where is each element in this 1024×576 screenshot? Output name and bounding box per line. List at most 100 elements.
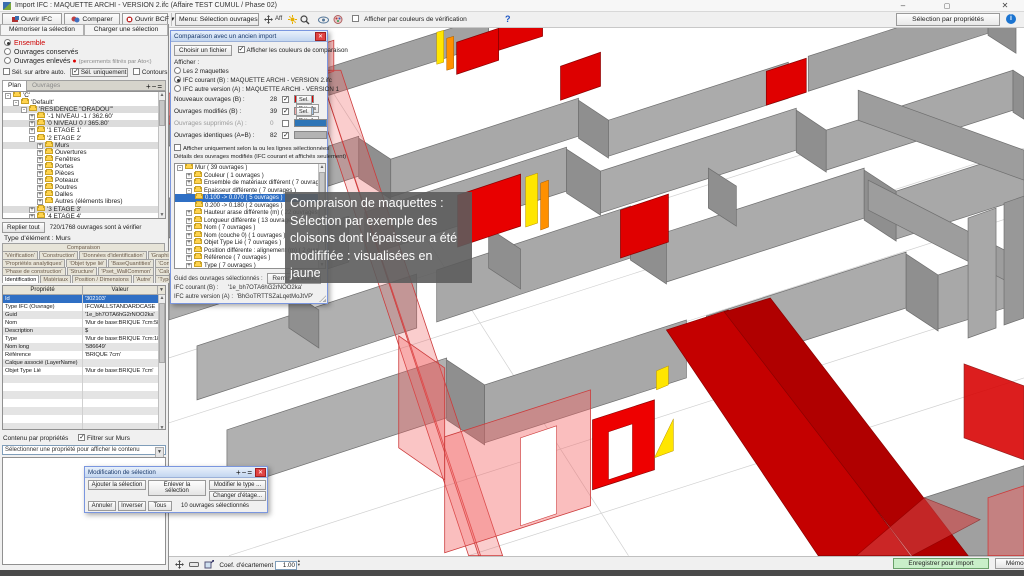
tree-expander-icon[interactable]: + <box>186 255 192 261</box>
tab-plan[interactable]: Plan <box>3 81 27 91</box>
verif-colors-option[interactable]: Afficher par couleurs de vérification <box>352 15 467 23</box>
tree-expander-icon[interactable]: + <box>186 218 192 224</box>
radio-both-models[interactable] <box>174 67 181 74</box>
property-row[interactable]: Calque associé (LayerName) <box>3 359 165 367</box>
coef-spinner[interactable]: ▲▼ <box>297 559 301 567</box>
property-select-combo[interactable]: Sélectionner une propriété pour afficher… <box>2 445 166 455</box>
property-row[interactable] <box>3 399 165 407</box>
property-row[interactable] <box>3 383 165 391</box>
coef-input[interactable]: 1.00 <box>275 561 297 570</box>
property-row[interactable]: Id'302103' <box>3 295 165 303</box>
tree-expander-icon[interactable]: + <box>186 263 192 269</box>
modify-type-button[interactable]: Modifier le type ... <box>209 480 266 490</box>
tree-expander-icon[interactable]: - <box>21 107 27 113</box>
tree-item[interactable]: +Pièces <box>3 170 165 177</box>
property-tab[interactable]: 'Données d'identification' <box>79 251 146 259</box>
property-row[interactable]: Guid'1e_bh7OTA6hG2rNOO2ka' <box>3 311 165 319</box>
sel-uniquement-checkbox[interactable] <box>72 68 79 75</box>
col-propriete[interactable]: Propriété <box>3 286 83 294</box>
radio-ifc-other[interactable] <box>174 85 181 92</box>
radio-ouvrages-conserves[interactable]: Ouvrages conservés <box>4 48 78 56</box>
tree-expander-icon[interactable]: - <box>13 100 19 106</box>
property-tab[interactable]: Comparaison <box>2 243 165 251</box>
property-tab[interactable]: 'Propriétés analytiques' <box>2 259 65 267</box>
compare-dialog-close-icon[interactable] <box>315 32 326 41</box>
tab-ouvrages[interactable]: Ouvrages <box>27 81 65 91</box>
tree-item[interactable]: +'-1 NIVEAU -1 / 362.60' <box>3 113 165 120</box>
tree-item[interactable]: +Dalles <box>3 191 165 198</box>
filter-murs-checkbox[interactable] <box>78 434 85 441</box>
property-row[interactable]: Référence'BRIQUE 7cm' <box>3 351 165 359</box>
tree-expander-icon[interactable]: + <box>29 207 35 213</box>
resize-grip[interactable] <box>319 295 326 302</box>
property-tab[interactable]: 'Pset_WallCommon' <box>98 267 154 275</box>
property-row[interactable]: Nom'Mur de base:BRIQUE 7cm:586649' <box>3 319 165 327</box>
plan-tree-scrollbar[interactable] <box>158 92 165 218</box>
property-table-scrollbar[interactable] <box>158 295 165 430</box>
tree-expander-icon[interactable]: - <box>186 188 192 194</box>
tree-expander-icon[interactable]: + <box>37 171 43 177</box>
radio-ensemble-control[interactable] <box>4 39 11 46</box>
save-for-import-button[interactable]: Enregistrer pour import <box>893 558 989 569</box>
property-tab[interactable]: 'Structure' <box>67 267 98 275</box>
invert-button[interactable]: Inverser <box>118 501 146 511</box>
memorize-button[interactable]: Mémoriser <box>995 558 1024 569</box>
pan-icon[interactable] <box>175 562 184 569</box>
tree-item[interactable]: -'Default' <box>3 99 165 106</box>
radio-enleves-control[interactable] <box>4 57 11 64</box>
minimize-button[interactable] <box>888 0 918 12</box>
tree-expander-icon[interactable]: + <box>37 178 43 184</box>
tree-item[interactable]: +Murs <box>3 142 165 149</box>
tree-item[interactable]: -'2 ETAGE 2' <box>3 135 165 142</box>
flat-view-icon[interactable] <box>189 562 199 569</box>
menu-selection-ouvrages-button[interactable]: Menu: Sélection ouvrages <box>175 13 259 26</box>
tree-item[interactable]: +Poutres <box>3 184 165 191</box>
property-tab[interactable]: 'BaseQuantities' <box>108 259 154 267</box>
load-selection-tab[interactable]: Charger une sélection <box>84 24 168 36</box>
sel-arbre-checkbox[interactable] <box>3 68 10 75</box>
tree-expander-icon[interactable]: + <box>29 121 35 127</box>
property-row[interactable] <box>3 423 165 430</box>
tree-expander-icon[interactable]: + <box>37 192 43 198</box>
cancel-button[interactable]: Annuler <box>88 501 116 511</box>
collapse-all-button[interactable]: Replier tout <box>2 222 45 233</box>
all-button[interactable]: Tous <box>148 501 172 511</box>
tree-item[interactable]: +Ouvertures <box>3 149 165 156</box>
col-valeur[interactable]: Valeur <box>83 286 157 294</box>
property-row[interactable]: Description$ <box>3 327 165 335</box>
tree-expander-icon[interactable]: + <box>186 233 192 239</box>
property-tab[interactable]: Position / Dimensions <box>72 275 132 283</box>
tree-expander-icon[interactable]: + <box>186 248 192 254</box>
property-row[interactable]: Objet Type Lié'Mur de base:BRIQUE 7cm' <box>3 367 165 375</box>
sel-uniquement-option[interactable]: Sél. uniquement <box>70 68 128 77</box>
close-button[interactable] <box>990 0 1020 12</box>
verif-colors-checkbox[interactable] <box>352 15 359 22</box>
filter-funnel-icon[interactable]: ▼ <box>157 286 165 294</box>
explode-view-icon[interactable] <box>204 562 214 569</box>
tree-expander-icon[interactable]: + <box>37 164 43 170</box>
zoom-icon[interactable] <box>300 15 310 27</box>
memorize-selection-tab[interactable]: Mémoriser la sélection <box>0 24 84 36</box>
change-floor-button[interactable]: Changer d'étage... <box>209 491 266 501</box>
tree-expander-icon[interactable]: + <box>186 240 192 246</box>
radio-ouvrages-enleves[interactable]: Ouvrages enlevés ● (percements filtrés p… <box>4 57 152 65</box>
compare-dialog-titlebar[interactable]: Comparaison avec un ancien import <box>171 31 327 42</box>
tree-item[interactable]: -'RESIDENCE "ORADOU"' <box>3 106 165 113</box>
tree-expander-icon[interactable]: + <box>186 173 192 179</box>
fit-view-icon[interactable] <box>264 15 273 26</box>
property-tab[interactable]: 'Vérification' <box>2 251 38 259</box>
tree-expander-icon[interactable]: - <box>177 165 183 171</box>
tree-expander-icon[interactable]: + <box>186 180 192 186</box>
property-row[interactable] <box>3 375 165 383</box>
property-row[interactable]: Type IFC (Ouvrage)IFCWALLSTANDARDCASE <box>3 303 165 311</box>
tree-expander-icon[interactable]: + <box>186 210 192 216</box>
property-tab[interactable]: 'Construction' <box>39 251 79 259</box>
tree-expander-icon[interactable]: + <box>37 157 43 163</box>
help-icon[interactable]: ? <box>505 14 511 24</box>
choose-file-button[interactable]: Choisir un fichier <box>174 45 232 56</box>
property-tab[interactable]: 'Phase de construction' <box>2 267 66 275</box>
property-tab[interactable]: Matériaux <box>40 275 71 283</box>
add-selection-button[interactable]: Ajouter la sélection <box>88 480 146 490</box>
tree-item[interactable]: +Poteaux <box>3 177 165 184</box>
tree-zoom-tools[interactable]: +−= <box>146 82 163 91</box>
